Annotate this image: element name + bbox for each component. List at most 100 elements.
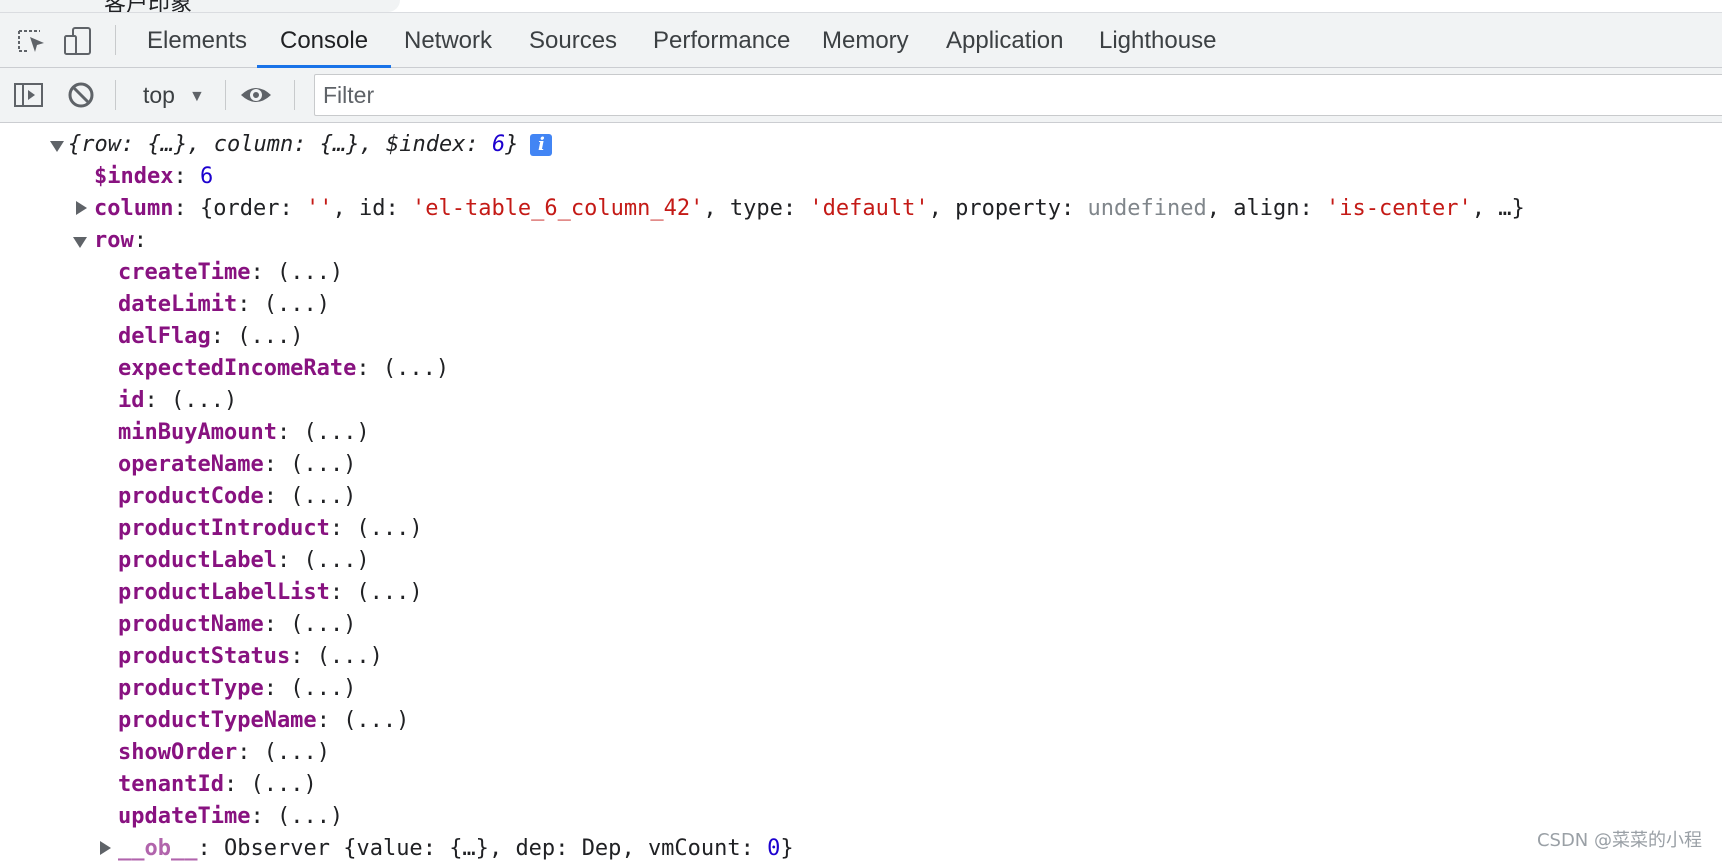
getter-value[interactable]: (...) [237, 324, 303, 349]
expand-triangle-icon[interactable] [73, 237, 87, 248]
property-key: minBuyAmount [118, 420, 277, 445]
property-key: operateName [118, 452, 264, 477]
context-selector[interactable]: top ▼ [143, 78, 205, 112]
device-toolbar-icon[interactable] [60, 25, 94, 57]
getter-value[interactable]: (...) [277, 260, 343, 285]
row-property[interactable]: productName: (...) [118, 609, 356, 641]
inline-value: Dep [581, 836, 622, 861]
brace: { [68, 132, 82, 157]
summary-value: 6 [491, 132, 506, 157]
filter-input[interactable] [321, 81, 1722, 110]
row-property[interactable]: productStatus: (...) [118, 641, 383, 673]
toolbar-separator [115, 80, 116, 110]
inline-key: id [358, 196, 386, 221]
row-property[interactable]: tenantId: (...) [118, 769, 317, 801]
tab-application[interactable]: Application [923, 13, 1086, 68]
expand-triangle-icon[interactable] [76, 201, 87, 215]
summary-key: $index [385, 132, 466, 157]
row-property[interactable]: productLabelList: (...) [118, 577, 423, 609]
inline-key: type [729, 196, 783, 221]
getter-value[interactable]: (...) [343, 708, 409, 733]
inline-value: 'is-center' [1326, 196, 1472, 221]
tab-network[interactable]: Network [381, 13, 515, 68]
property-key: productTypeName [118, 708, 317, 733]
getter-value[interactable]: (...) [356, 516, 422, 541]
class-name: Observer [223, 836, 330, 861]
getter-value[interactable]: (...) [290, 676, 356, 701]
object-summary[interactable]: {row: {…}, column: {…}, $index: 6} i [68, 129, 553, 161]
row-property[interactable]: dateLimit: (...) [118, 289, 330, 321]
getter-value[interactable]: (...) [317, 644, 383, 669]
property-key: id [118, 388, 145, 413]
tab-elements[interactable]: Elements [124, 13, 270, 68]
tab-sources[interactable]: Sources [506, 13, 640, 68]
row-property[interactable]: showOrder: (...) [118, 737, 330, 769]
brace: { [199, 196, 214, 221]
property-column[interactable]: column: {order: '', id: 'el-table_6_colu… [94, 193, 1525, 225]
property-key: showOrder [118, 740, 238, 765]
inline-key: align [1233, 196, 1300, 221]
getter-value[interactable]: (...) [264, 292, 330, 317]
property-key: __ob__ [118, 836, 198, 861]
inline-key: vmCount [647, 836, 741, 861]
property-key: productName [118, 612, 264, 637]
property-row[interactable]: row: [94, 225, 147, 257]
row-property[interactable]: productIntroduct: (...) [118, 513, 423, 545]
row-property[interactable]: productCode: (...) [118, 481, 356, 513]
row-property[interactable]: delFlag: (...) [118, 321, 303, 353]
tab-console[interactable]: Console [257, 13, 392, 68]
inline-value: 'el-table_6_column_42' [411, 196, 704, 221]
getter-value[interactable]: (...) [356, 580, 422, 605]
devtools-tab-bar: Elements Console Network Sources Perform… [0, 12, 1722, 68]
console-output: {row: {…}, column: {…}, $index: 6} i $ind… [0, 128, 1722, 861]
property-key: productType [118, 676, 264, 701]
console-toolbar: top ▼ [0, 68, 1722, 123]
row-property[interactable]: productLabel: (...) [118, 545, 370, 577]
tab-lighthouse[interactable]: Lighthouse [1076, 13, 1239, 68]
row-property[interactable]: productType: (...) [118, 673, 356, 705]
clear-console-icon[interactable] [64, 79, 98, 111]
info-icon[interactable]: i [530, 134, 553, 156]
property-key: expectedIncomeRate [118, 356, 357, 381]
expand-triangle-icon[interactable] [100, 841, 111, 855]
property-key: productIntroduct [118, 516, 330, 541]
property-key: row [94, 228, 134, 253]
tab-memory[interactable]: Memory [799, 13, 932, 68]
getter-value[interactable]: (...) [250, 772, 316, 797]
summary-value: {…} [147, 132, 188, 157]
getter-value[interactable]: (...) [290, 484, 356, 509]
getter-value[interactable]: (...) [290, 612, 356, 637]
row-property[interactable]: expectedIncomeRate: (...) [118, 353, 449, 385]
row-property[interactable]: operateName: (...) [118, 449, 356, 481]
getter-value[interactable]: (...) [277, 804, 343, 829]
row-property[interactable]: productTypeName: (...) [118, 705, 409, 737]
inline-value: 0 [767, 836, 781, 861]
row-property[interactable]: createTime: (...) [118, 257, 343, 289]
show-sidebar-icon[interactable] [12, 79, 46, 111]
row-property[interactable]: updateTime: (...) [118, 801, 343, 833]
getter-value[interactable]: (...) [171, 388, 237, 413]
inspect-element-icon[interactable] [14, 25, 48, 57]
tab-performance[interactable]: Performance [630, 13, 813, 68]
browser-tab-strip: 客户印象 [0, 0, 1722, 16]
dropdown-arrow-icon: ▼ [188, 87, 205, 105]
browser-tab[interactable] [0, 0, 400, 12]
live-expression-eye-icon[interactable] [239, 79, 273, 111]
getter-value[interactable]: (...) [383, 356, 449, 381]
inline-key: order [213, 196, 280, 221]
row-property[interactable]: id: (...) [118, 385, 237, 417]
row-property[interactable]: minBuyAmount: (...) [118, 417, 370, 449]
property-key: productLabel [118, 548, 277, 573]
getter-value[interactable]: (...) [290, 452, 356, 477]
getter-value[interactable]: (...) [264, 740, 330, 765]
getter-value[interactable]: (...) [303, 548, 369, 573]
property-ob[interactable]: __ob__: Observer {value: {…}, dep: Dep, … [118, 833, 794, 865]
brace: } [505, 132, 519, 157]
filter-box[interactable] [314, 74, 1722, 116]
expand-triangle-icon[interactable] [50, 141, 64, 152]
inline-key: property [955, 196, 1062, 221]
property-key: productLabelList [118, 580, 330, 605]
inline-value: '' [305, 196, 333, 221]
property-key: $index [94, 164, 174, 189]
getter-value[interactable]: (...) [303, 420, 369, 445]
